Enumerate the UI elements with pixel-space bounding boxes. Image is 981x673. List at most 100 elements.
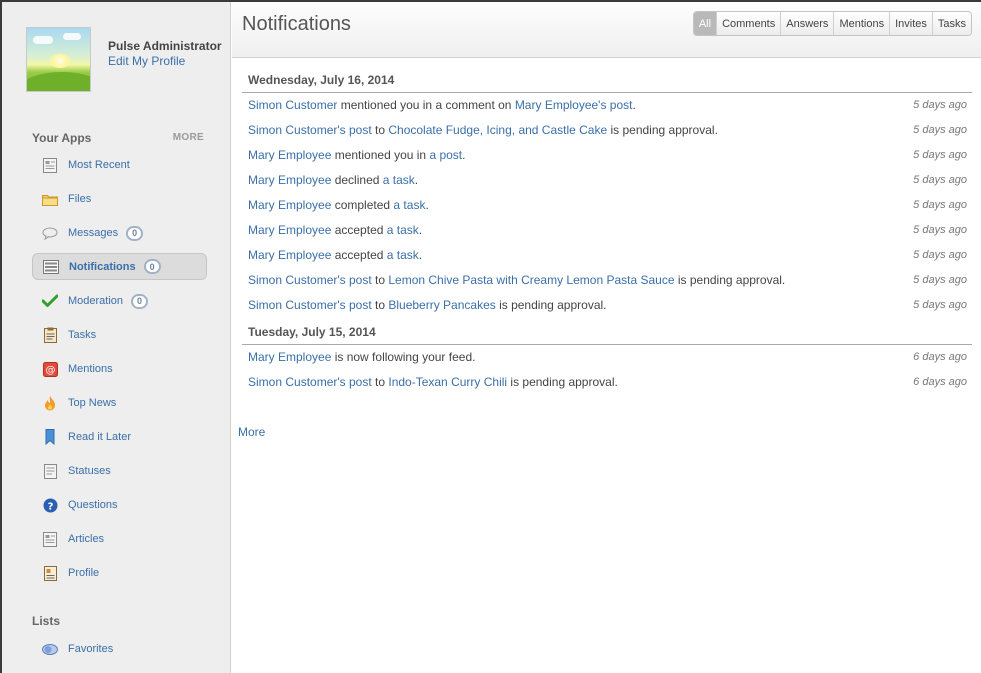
sidebar-item-label: Top News [68, 397, 117, 409]
notification-link[interactable]: a task [393, 198, 425, 212]
notification-text: completed [331, 198, 394, 212]
sidebar-item-messages[interactable]: Messages 0 [32, 216, 207, 250]
sidebar-item-statuses[interactable]: Statuses [32, 454, 207, 488]
notification-time: 5 days ago [913, 249, 967, 261]
more-link[interactable]: More [238, 425, 265, 439]
notification-time: 5 days ago [913, 224, 967, 236]
sidebar-item-files[interactable]: Files [32, 182, 207, 216]
profile-name: Pulse Administrator [108, 39, 222, 53]
sidebar-item-top-news[interactable]: Top News [32, 386, 207, 420]
filter-invites[interactable]: Invites [889, 12, 932, 35]
main-panel: Notifications All Comments Answers Menti… [232, 2, 981, 673]
notification-text: declined [331, 173, 383, 187]
notification-text: accepted [331, 248, 387, 262]
sidebar-item-articles[interactable]: Articles [32, 522, 207, 556]
sidebar-item-label: Notifications [69, 260, 136, 273]
sidebar-item-questions[interactable]: ? Questions [32, 488, 207, 522]
app-window: Pulse Administrator Edit My Profile Your… [0, 0, 981, 673]
notification-link[interactable]: Mary Employee's post [515, 98, 633, 112]
notification-link[interactable]: Simon Customer's post [248, 298, 372, 312]
notification-text: . [414, 173, 419, 187]
notification-link[interactable]: Mary Employee [248, 198, 331, 212]
sidebar-item-moderation[interactable]: Moderation 0 [32, 284, 207, 318]
notifications-icon [43, 259, 59, 275]
sidebar-item-label: Most Recent [68, 159, 130, 171]
filter-comments[interactable]: Comments [716, 12, 781, 35]
sidebar-item-tasks[interactable]: Tasks [32, 318, 207, 352]
sidebar: Pulse Administrator Edit My Profile Your… [2, 2, 231, 673]
flame-icon [42, 395, 58, 411]
notification-row: Simon Customer's post to Indo-Texan Curr… [242, 370, 972, 395]
notification-link[interactable]: Chocolate Fudge, Icing, and Castle Cake [388, 123, 607, 137]
notification-row: Simon Customer mentioned you in a commen… [242, 93, 972, 118]
avatar-hill [27, 72, 90, 91]
notification-text: to [371, 123, 389, 137]
notification-row: Mary Employee accepted a task. 5 days ago [242, 218, 972, 243]
checkmark-icon [42, 293, 58, 309]
notification-text: . [462, 148, 466, 162]
sidebar-item-label: Read it Later [68, 431, 131, 443]
notification-link[interactable]: Mary Employee [248, 223, 331, 237]
notification-link[interactable]: Mary Employee [248, 248, 331, 262]
folder-icon [42, 191, 58, 207]
notification-link[interactable]: Simon Customer's post [248, 273, 372, 287]
sidebar-item-label: Articles [68, 533, 105, 545]
filter-answers[interactable]: Answers [780, 12, 834, 35]
sidebar-item-label: Favorites [68, 643, 114, 655]
notification-row: Simon Customer's post to Chocolate Fudge… [242, 118, 972, 143]
edit-profile-link[interactable]: Edit My Profile [108, 54, 185, 68]
sidebar-item-read-it-later[interactable]: Read it Later [32, 420, 207, 454]
sidebar-item-profile[interactable]: Profile [32, 556, 207, 590]
main-header: Notifications All Comments Answers Menti… [232, 2, 981, 58]
article-icon [42, 531, 58, 547]
apps-more-link[interactable]: MORE [173, 132, 204, 143]
notification-text: to [371, 298, 389, 312]
most-recent-icon [42, 157, 58, 173]
notification-link[interactable]: Indo-Texan Curry Chili [388, 375, 507, 389]
messages-count-badge: 0 [126, 225, 144, 241]
filter-tasks[interactable]: Tasks [931, 12, 971, 35]
notification-time: 5 days ago [913, 149, 967, 161]
sidebar-item-label: Files [68, 193, 92, 205]
bookmark-icon [42, 429, 58, 445]
notification-link[interactable]: Simon Customer's post [248, 375, 372, 389]
notification-text: . [418, 248, 423, 262]
notification-link[interactable]: a post [429, 148, 462, 162]
notification-link[interactable]: a task [383, 173, 415, 187]
sidebar-item-notifications[interactable]: Notifications 0 [32, 253, 207, 280]
notification-text: is now following your feed. [331, 350, 476, 364]
notification-link[interactable]: Mary Employee [248, 148, 331, 162]
at-sign-icon: @ [42, 361, 58, 377]
notification-link[interactable]: Mary Employee [248, 350, 331, 364]
notification-text: . [632, 98, 636, 112]
filter-all[interactable]: All [693, 12, 717, 35]
sidebar-item-mentions[interactable]: @ Mentions [32, 352, 207, 386]
notification-text: mentioned you in a comment on [337, 98, 515, 112]
notification-text: . [418, 223, 423, 237]
sidebar-item-label: Mentions [68, 363, 113, 375]
notification-link[interactable]: a task [387, 248, 419, 262]
avatar-cloud [63, 33, 81, 40]
avatar[interactable] [26, 27, 91, 92]
sidebar-item-favorites[interactable]: Favorites [32, 632, 207, 666]
filter-mentions[interactable]: Mentions [833, 12, 890, 35]
notification-link[interactable]: Mary Employee [248, 173, 331, 187]
svg-text:@: @ [45, 365, 55, 376]
sidebar-item-label: Messages [68, 227, 119, 239]
notification-row: Simon Customer's post to Lemon Chive Pas… [242, 268, 972, 293]
notification-link[interactable]: Simon Customer [248, 98, 337, 112]
profile-card-icon [42, 565, 58, 581]
notification-row: Mary Employee declined a task. 5 days ago [242, 168, 972, 193]
sidebar-item-most-recent[interactable]: Most Recent [32, 148, 207, 182]
svg-text:?: ? [47, 501, 53, 512]
avatar-cloud [33, 36, 53, 44]
notification-link[interactable]: Simon Customer's post [248, 123, 372, 137]
sidebar-item-label: Profile [68, 567, 100, 579]
avatar-sun [49, 54, 71, 68]
day-heading: Wednesday, July 16, 2014 [242, 66, 972, 93]
notification-link[interactable]: Lemon Chive Pasta with Creamy Lemon Past… [388, 273, 674, 287]
notification-link[interactable]: Blueberry Pancakes [388, 298, 495, 312]
notification-link[interactable]: a task [387, 223, 419, 237]
sidebar-item-label: Questions [68, 499, 118, 511]
sidebar-item-label: Moderation [68, 295, 124, 307]
